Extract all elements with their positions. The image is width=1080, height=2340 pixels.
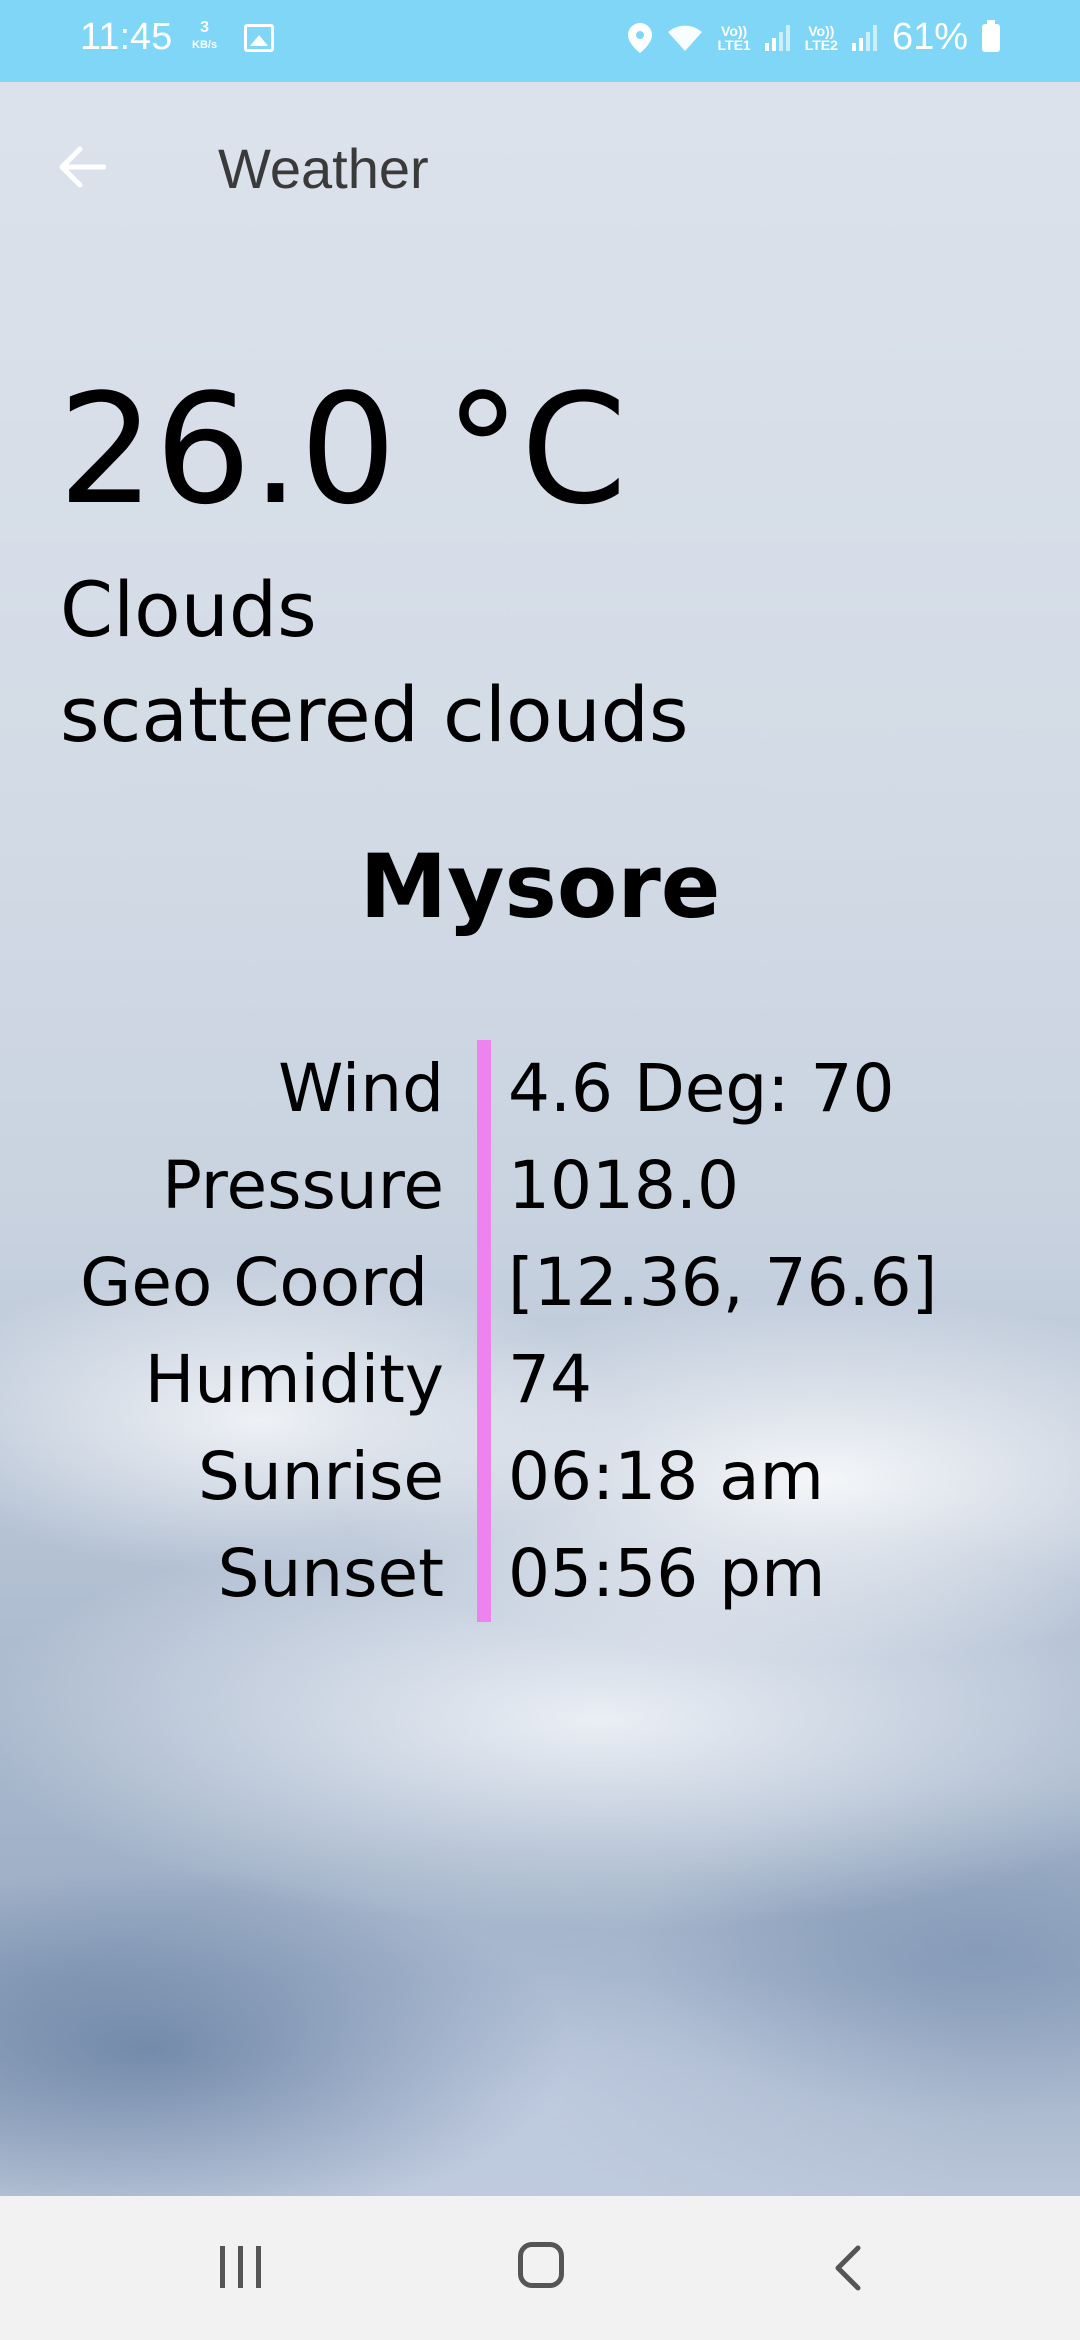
detail-value: 05:56 pm xyxy=(508,1535,826,1612)
gallery-icon xyxy=(244,24,274,52)
recent-apps-icon[interactable] xyxy=(220,2246,264,2288)
detail-value: 06:18 am xyxy=(508,1438,824,1515)
home-icon[interactable] xyxy=(518,2242,564,2288)
weather-details: Wind 4.6 Deg: 70 Pressure 1018.0 Geo Coo… xyxy=(0,1040,1080,1622)
status-time: 11:45 xyxy=(80,16,173,58)
detail-row-humidity: Humidity 74 xyxy=(0,1331,1080,1428)
signal2-icon xyxy=(851,24,877,51)
detail-label: Sunset xyxy=(217,1535,444,1612)
battery-icon xyxy=(982,19,1000,52)
wifi-icon xyxy=(667,25,702,51)
detail-label: Wind xyxy=(278,1050,444,1127)
back-chevron-icon[interactable] xyxy=(830,2244,870,2292)
status-right-group: Vo)) LTE1 Vo)) LTE2 61% xyxy=(627,16,1000,59)
location-icon xyxy=(627,22,652,53)
detail-value: 1018.0 xyxy=(508,1147,739,1224)
page-title: Weather xyxy=(218,137,429,200)
weather-description: scattered clouds xyxy=(60,670,689,759)
detail-value: [12.36, 76.6] xyxy=(508,1244,938,1321)
detail-value: 74 xyxy=(508,1341,592,1418)
detail-label: Sunrise xyxy=(197,1438,444,1515)
sim2-lte-icon: Vo)) LTE2 xyxy=(804,22,838,53)
detail-row-sunset: Sunset 05:56 pm xyxy=(0,1525,1080,1622)
system-nav-bar xyxy=(0,2196,1080,2340)
sim1-lte-icon: Vo)) LTE1 xyxy=(717,22,751,53)
detail-row-sunrise: Sunrise 06:18 am xyxy=(0,1428,1080,1525)
battery-percent: 61% xyxy=(891,16,968,58)
detail-label: Humidity xyxy=(144,1341,444,1418)
status-bar: 11:45 3 KB/s Vo)) LTE1 Vo)) LTE2 61% xyxy=(0,0,1080,82)
arrow-left-icon[interactable] xyxy=(56,142,106,192)
network-speed-unit: KB/s xyxy=(192,39,218,51)
network-speed-value: 3 xyxy=(200,19,209,36)
detail-row-geo-coord: Geo Coord [12.36, 76.6] xyxy=(0,1234,1080,1331)
detail-value: 4.6 Deg: 70 xyxy=(508,1050,895,1127)
detail-label: Pressure xyxy=(162,1147,444,1224)
signal1-icon xyxy=(764,24,790,51)
weather-main: Clouds xyxy=(60,565,317,654)
detail-row-pressure: Pressure 1018.0 xyxy=(0,1137,1080,1234)
city-name: Mysore xyxy=(359,835,721,938)
detail-row-wind: Wind 4.6 Deg: 70 xyxy=(0,1040,1080,1137)
detail-label: Geo Coord xyxy=(80,1244,428,1321)
temperature: 26.0 °C xyxy=(58,361,627,538)
network-speed: 3 KB/s xyxy=(192,20,217,53)
app-bar: Weather xyxy=(0,82,1080,252)
